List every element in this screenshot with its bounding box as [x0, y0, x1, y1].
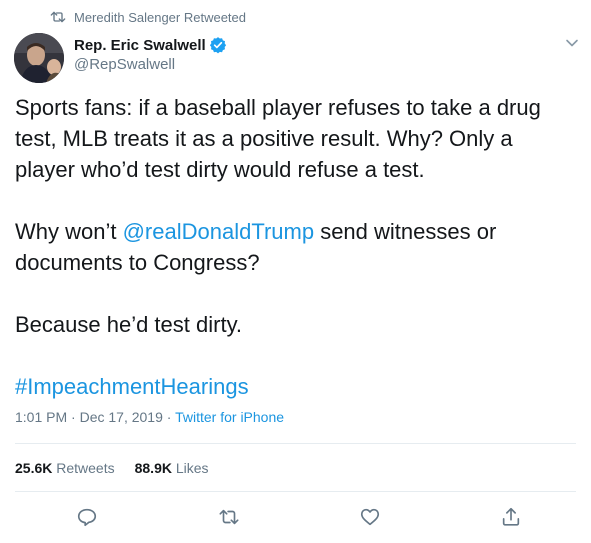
divider — [15, 443, 576, 444]
tweet-paragraph-3: Because he’d test dirty. — [15, 312, 243, 337]
reply-icon — [77, 508, 97, 527]
meta-separator: · — [162, 409, 176, 425]
tweet-stats: 25.6K Retweets 88.9K Likes — [15, 460, 209, 476]
display-name[interactable]: Rep. Eric Swalwell — [74, 37, 206, 54]
author-names: Rep. Eric Swalwell @RepSwalwell — [74, 33, 227, 73]
heart-icon — [360, 508, 380, 526]
likes-stat[interactable]: 88.9K Likes — [135, 460, 209, 476]
tweet-meta: 1:01 PM · Dec 17, 2019 · Twitter for iPh… — [15, 409, 284, 425]
tweet-paragraph-2: Why won’t @realDonaldTrump send witnesse… — [15, 216, 575, 278]
share-icon — [502, 507, 520, 526]
display-name-row: Rep. Eric Swalwell — [74, 36, 227, 54]
paragraph-2-prefix: Why won’t — [15, 219, 123, 244]
likes-count: 88.9K — [134, 460, 172, 476]
reply-button[interactable] — [76, 506, 98, 528]
tweet-date[interactable]: Dec 17, 2019 — [80, 409, 163, 425]
tweet-source-link[interactable]: Twitter for iPhone — [175, 409, 284, 425]
tweet-actions — [0, 506, 591, 530]
verified-badge-icon — [209, 37, 226, 54]
avatar-photo-icon — [14, 33, 64, 83]
retweeted-by-text[interactable]: Meredith Salenger Retweeted — [74, 10, 246, 25]
meta-separator: · — [67, 409, 80, 425]
avatar[interactable] — [14, 33, 64, 83]
hashtag-link[interactable]: #ImpeachmentHearings — [15, 374, 249, 399]
retweets-count: 25.6K — [15, 460, 53, 476]
retweet-icon — [219, 509, 239, 525]
share-button[interactable] — [500, 506, 522, 528]
tweet-header: Rep. Eric Swalwell @RepSwalwell — [14, 33, 227, 83]
mention-link[interactable]: @realDonaldTrump — [123, 219, 314, 244]
author-handle[interactable]: @RepSwalwell — [74, 56, 227, 73]
divider — [15, 491, 576, 492]
retweet-button[interactable] — [218, 506, 240, 528]
retweet-icon — [50, 11, 66, 23]
like-button[interactable] — [359, 506, 381, 528]
retweet-context[interactable]: Meredith Salenger Retweeted — [50, 9, 246, 25]
tweet-time[interactable]: 1:01 PM — [15, 409, 67, 425]
tweet-paragraph-1: Sports fans: if a baseball player refuse… — [15, 95, 541, 182]
chevron-down-icon[interactable] — [565, 36, 579, 50]
hashtag-paragraph: #ImpeachmentHearings — [15, 371, 575, 402]
likes-label: Likes — [175, 460, 209, 476]
tweet-text: Sports fans: if a baseball player refuse… — [15, 92, 575, 402]
retweets-stat[interactable]: 25.6K Retweets — [15, 460, 115, 476]
tweet-card: Meredith Salenger Retweeted Rep. Eric Sw… — [0, 0, 591, 543]
retweets-label: Retweets — [56, 460, 115, 476]
